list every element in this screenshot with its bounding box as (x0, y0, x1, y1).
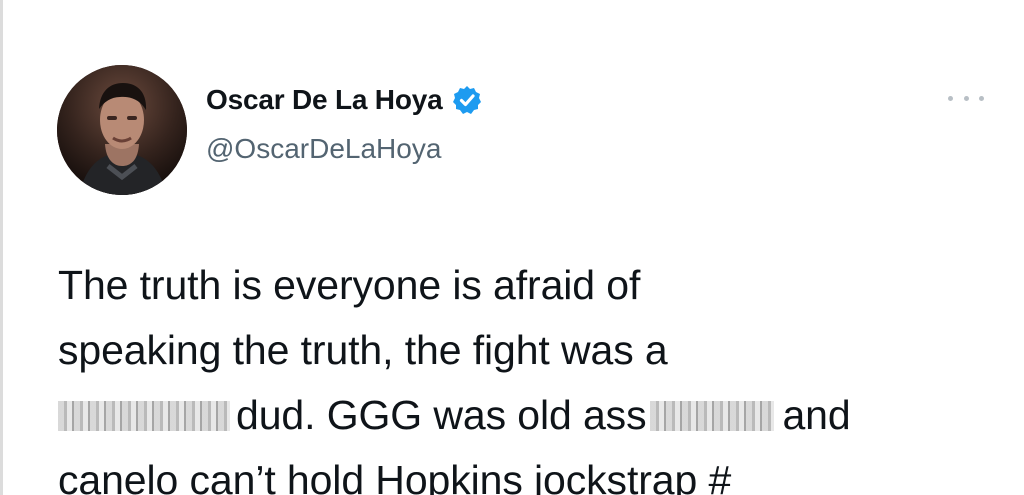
tweet-body: The truth is everyone is afraid of speak… (58, 253, 998, 495)
tweet-line-4: canelo can’t hold Hopkins jockstrap # (58, 457, 732, 495)
tweet-line-1: The truth is everyone is afraid of (58, 262, 641, 308)
tweet-line-3-fragment-2: and (782, 392, 851, 438)
more-horizontal-icon-dot (979, 95, 984, 101)
screen-frame-edge (0, 0, 3, 495)
more-horizontal-icon-dot (963, 95, 969, 101)
author-handle[interactable]: @OscarDeLaHoya (206, 133, 441, 165)
author-avatar[interactable] (57, 65, 187, 195)
more-horizontal-icon-dot (948, 95, 953, 101)
censored-word-blur (650, 401, 775, 431)
tweet-line-3-fragment-1: dud. GGG was old ass (236, 392, 647, 438)
verified-badge-icon (453, 86, 482, 114)
censored-word-blur (58, 401, 230, 431)
author-name-text[interactable]: Oscar De La Hoya (206, 84, 443, 116)
author-display-name[interactable]: Oscar De La Hoya (206, 84, 482, 116)
tweet-line-2: speaking the truth, the fight was a (58, 327, 668, 373)
tweet-line-3: dud. GGG was old ass and (58, 383, 998, 448)
more-options-button[interactable] (948, 88, 984, 108)
